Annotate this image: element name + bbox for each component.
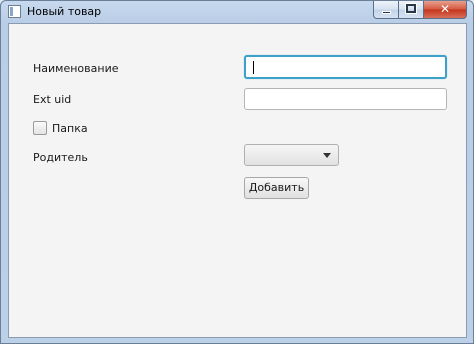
parent-select[interactable] [244,144,339,166]
close-button[interactable]: ✕ [424,1,467,19]
form-panel: Наименование Ext uid Папка Родитель Доба… [8,23,467,338]
window-app-icon [8,5,21,18]
ext-uid-input[interactable] [244,88,447,110]
minimize-icon [382,11,391,14]
name-input[interactable] [244,55,447,79]
parent-label: Родитель [33,151,88,164]
name-label: Наименование [33,62,119,75]
window-frame: Новый товар ✕ Наименование Ext uid Папка… [0,0,474,344]
window-title: Новый товар [27,5,102,18]
folder-checkbox[interactable] [33,121,47,135]
maximize-button[interactable] [399,1,424,19]
chevron-down-icon [323,153,331,158]
add-button[interactable]: Добавить [244,177,309,199]
ext-uid-label: Ext uid [33,93,72,106]
maximize-icon [405,3,417,14]
text-caret [253,61,254,74]
window-controls: ✕ [373,1,467,19]
minimize-button[interactable] [373,1,399,19]
title-bar[interactable]: Новый товар ✕ [1,1,473,23]
close-icon: ✕ [439,2,451,16]
folder-label[interactable]: Папка [52,122,88,135]
